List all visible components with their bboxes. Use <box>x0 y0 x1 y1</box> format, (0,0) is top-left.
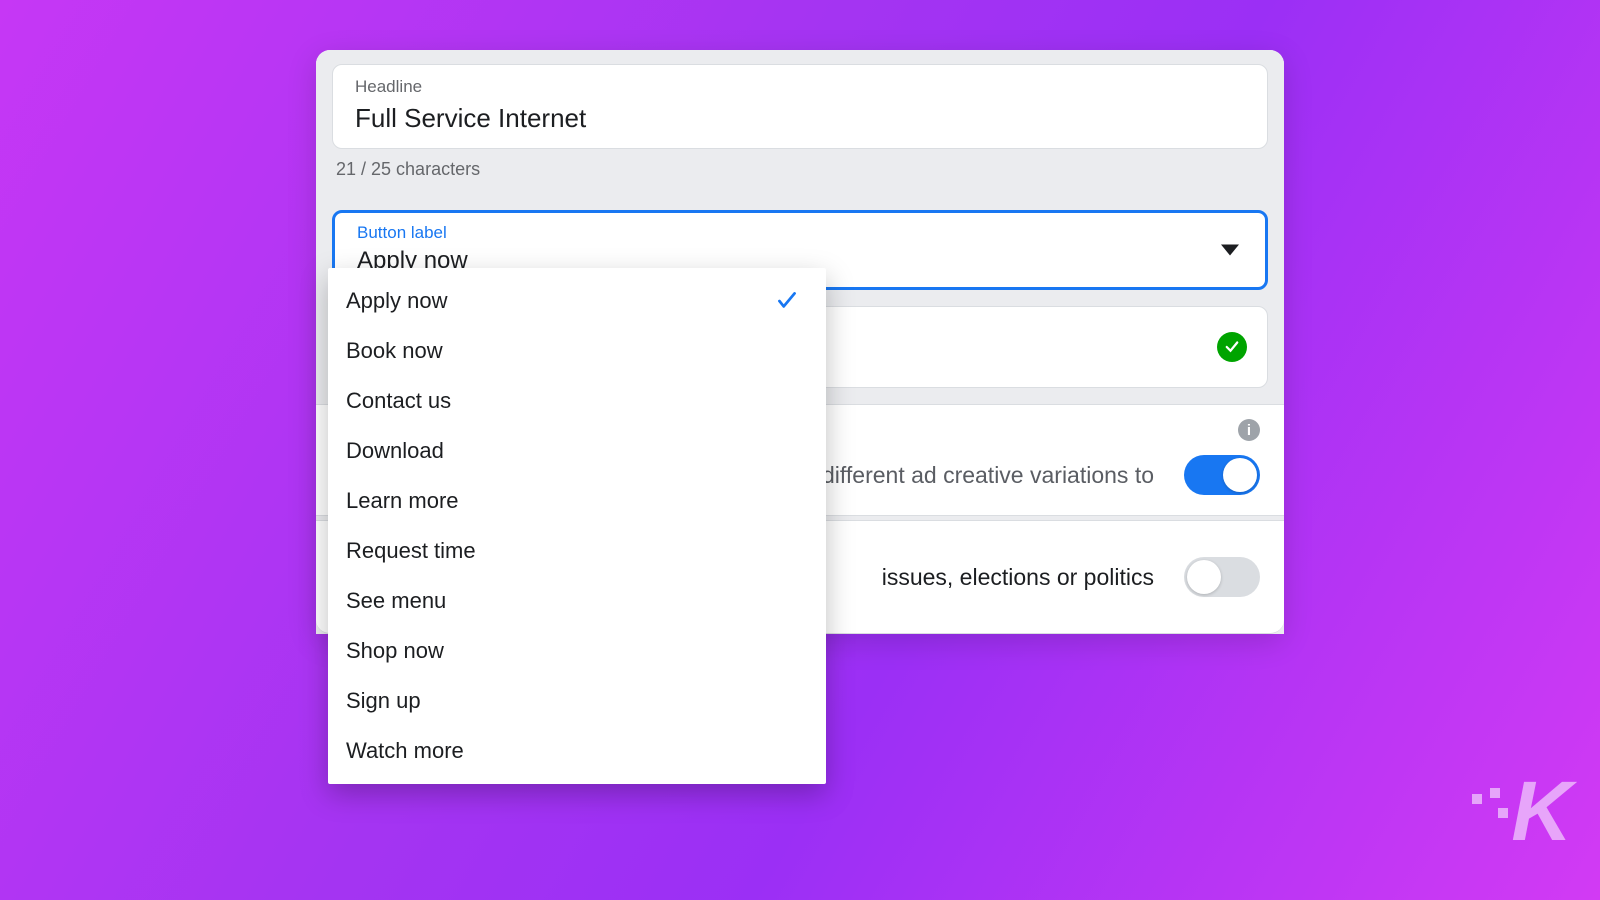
dropdown-option[interactable]: Watch more <box>328 726 826 776</box>
dropdown-option-label: Sign up <box>346 686 421 716</box>
dropdown-option[interactable]: Download <box>328 426 826 476</box>
politics-toggle[interactable] <box>1184 557 1260 597</box>
check-circle-icon <box>1217 332 1247 362</box>
dropdown-option[interactable]: Contact us <box>328 376 826 426</box>
dropdown-option-label: Shop now <box>346 636 444 666</box>
headline-label: Headline <box>355 77 1245 97</box>
dropdown-option[interactable]: Book now <box>328 326 826 376</box>
creative-variations-toggle[interactable] <box>1184 455 1260 495</box>
dropdown-option[interactable]: Learn more <box>328 476 826 526</box>
check-icon <box>774 288 800 314</box>
button-label-dropdown: Apply now Book now Contact us Download Learn… <box>328 268 826 784</box>
headline-char-count: 21 / 25 characters <box>332 149 1268 180</box>
dropdown-option-label: Contact us <box>346 386 451 416</box>
button-label-section: Button label Apply now Apply nowBook now… <box>316 194 1284 404</box>
dropdown-option-label: Book now <box>346 336 443 366</box>
dropdown-option[interactable]: See menu <box>328 576 826 626</box>
brand-k-icon: K <box>1511 763 1566 860</box>
dropdown-option[interactable]: Sign up <box>328 676 826 726</box>
dropdown-option[interactable]: Shop now <box>328 626 826 676</box>
info-icon[interactable]: i <box>1238 419 1260 441</box>
dropdown-option-label: Download <box>346 436 444 466</box>
dropdown-option-label: Learn more <box>346 486 459 516</box>
dropdown-option-label: Watch more <box>346 736 464 766</box>
dropdown-option[interactable]: Request time <box>328 526 826 576</box>
headline-value[interactable]: Full Service Internet <box>355 103 1245 134</box>
dropdown-option-label: See menu <box>346 586 446 616</box>
dropdown-option-label: Request time <box>346 536 476 566</box>
ad-form-card: Headline Full Service Internet 21 / 25 c… <box>316 50 1284 634</box>
button-label-fieldlabel: Button label <box>357 223 1243 243</box>
dropdown-option[interactable]: Apply now <box>328 276 826 326</box>
headline-section: Headline Full Service Internet 21 / 25 c… <box>316 50 1284 194</box>
chevron-down-icon <box>1221 245 1239 256</box>
dropdown-option-label: Apply now <box>346 286 448 316</box>
headline-input-container[interactable]: Headline Full Service Internet <box>332 64 1268 149</box>
